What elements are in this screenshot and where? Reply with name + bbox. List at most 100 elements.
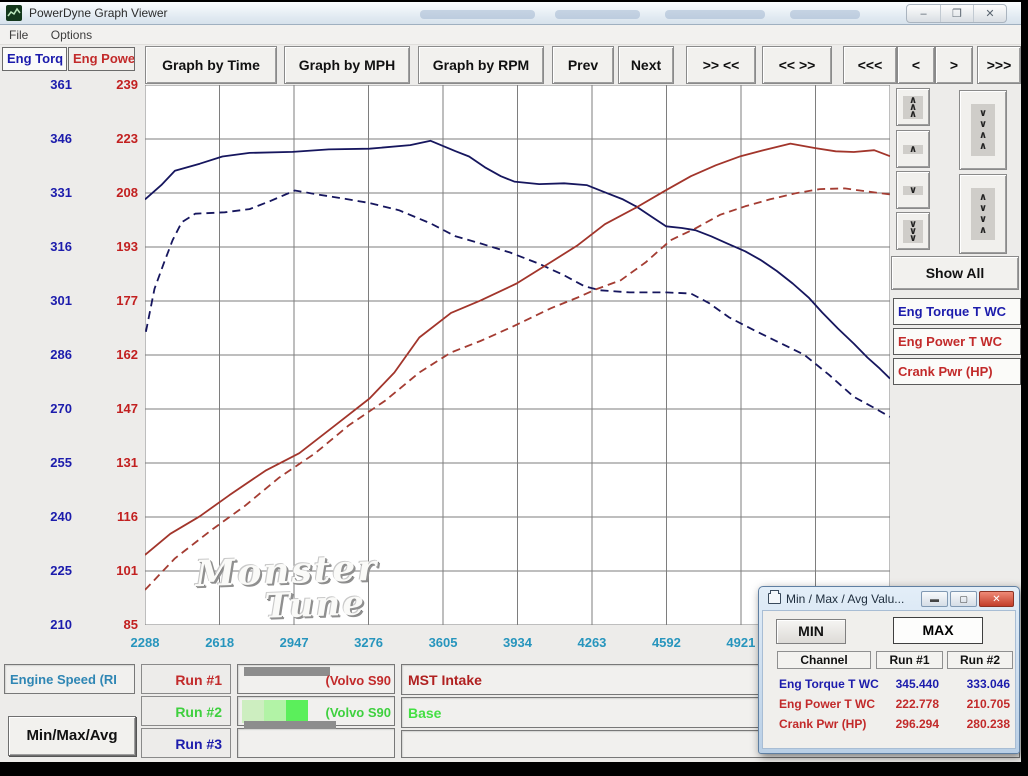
- menu-options[interactable]: Options: [42, 25, 101, 42]
- run2-label[interactable]: Run #2: [141, 696, 231, 726]
- run2-name-field[interactable]: (Volvo S90: [237, 696, 395, 726]
- run2-max-value: 280.238: [944, 717, 1010, 731]
- rpm-axis-tick: 2618: [198, 635, 242, 650]
- pan-right-button[interactable]: >: [935, 46, 973, 84]
- graph-by-mph-button[interactable]: Graph by MPH: [284, 46, 410, 84]
- torque-axis-tick: 346: [20, 131, 72, 146]
- run1-max-value: 345.440: [873, 677, 939, 691]
- redacted-text: [555, 10, 640, 19]
- menu-bar: File Options: [0, 25, 1021, 45]
- rpm-axis-tick: 3276: [347, 635, 391, 650]
- chevron-icon: ∧∨∨∧: [971, 188, 995, 240]
- x-channel-field[interactable]: Engine Speed (RI: [4, 664, 135, 694]
- power-axis-tick: 223: [86, 131, 138, 146]
- graph-by-time-button[interactable]: Graph by Time: [145, 46, 277, 84]
- zoom-out-button[interactable]: << >>: [762, 46, 832, 84]
- torque-axis-tick: 225: [20, 563, 72, 578]
- run1-max-value: 222.778: [873, 697, 939, 711]
- redacted-text: [665, 10, 765, 19]
- window-controls: – ❐ ✕: [906, 4, 1007, 23]
- torque-axis-tick: 210: [20, 617, 72, 632]
- redacted-text: [244, 667, 330, 676]
- power-axis-tick: 101: [86, 563, 138, 578]
- power-axis-tick: 85: [86, 617, 138, 632]
- chevron-icon: ∧: [903, 145, 923, 154]
- gradient-swatch: [286, 700, 308, 723]
- zoom-in-button[interactable]: >> <<: [686, 46, 756, 84]
- pan-first-button[interactable]: <<<: [843, 46, 897, 84]
- power-axis-tick: 147: [86, 401, 138, 416]
- torque-axis-tick: 286: [20, 347, 72, 362]
- window-title: PowerDyne Graph Viewer: [29, 6, 168, 20]
- redacted-text: [790, 10, 860, 19]
- power-axis-tick: 131: [86, 455, 138, 470]
- channel-name: Eng Torque T WC: [779, 677, 879, 691]
- pan-last-button[interactable]: >>>: [977, 46, 1021, 84]
- close-button[interactable]: ✕: [973, 5, 1006, 22]
- torque-axis-tick: 331: [20, 185, 72, 200]
- rpm-axis-tick: 4921: [719, 635, 763, 650]
- torque-axis-tick: 255: [20, 455, 72, 470]
- power-axis-tick: 116: [86, 509, 138, 524]
- scroll-up-button[interactable]: ∧: [896, 130, 930, 168]
- menu-file[interactable]: File: [0, 25, 37, 42]
- restore-button[interactable]: ❐: [940, 5, 973, 22]
- gradient-swatch: [264, 700, 286, 723]
- rpm-axis-tick: 3605: [421, 635, 465, 650]
- min-button[interactable]: MIN: [776, 619, 846, 644]
- torque-axis-tick: 361: [20, 77, 72, 92]
- popup-title: Min / Max / Avg Valu...: [786, 592, 904, 606]
- run3-name-field[interactable]: [237, 728, 395, 758]
- run1-label[interactable]: Run #1: [141, 664, 231, 694]
- rpm-axis-tick: 2947: [272, 635, 316, 650]
- gradient-swatch: [242, 700, 264, 723]
- pan-left-button[interactable]: <: [897, 46, 935, 84]
- prev-button[interactable]: Prev: [552, 46, 614, 84]
- redacted-text: [244, 721, 336, 729]
- torque-axis-tick: 301: [20, 293, 72, 308]
- popup-content: MIN MAX Channel Run #1 Run #2 Eng Torque…: [762, 610, 1016, 749]
- max-button[interactable]: MAX: [893, 617, 983, 644]
- popup-maximize-button[interactable]: ▢: [950, 591, 977, 607]
- next-button[interactable]: Next: [618, 46, 674, 84]
- chevron-icon: ∧∧∧: [903, 96, 923, 119]
- range-scroll-button-lower[interactable]: ∧∨∨∧: [959, 174, 1007, 254]
- power-axis-tick: 162: [86, 347, 138, 362]
- column-header-run1: Run #1: [876, 651, 943, 669]
- legend-eng-power[interactable]: Eng Power T WC: [893, 328, 1021, 355]
- legend-crank-pwr[interactable]: Crank Pwr (HP): [893, 358, 1021, 385]
- popup-window-controls: ▬ ▢ ✕: [921, 591, 1014, 607]
- range-scroll-button-upper[interactable]: ∨∨∧∧: [959, 90, 1007, 170]
- minimize-button[interactable]: –: [907, 5, 940, 22]
- dyno-graph[interactable]: [145, 85, 890, 625]
- torque-axis-tick: 316: [20, 239, 72, 254]
- channel-name: Eng Power T WC: [779, 697, 875, 711]
- scroll-bottom-button[interactable]: ∨∨∨: [896, 212, 930, 250]
- power-axis-tick: 208: [86, 185, 138, 200]
- scroll-down-button[interactable]: ∨: [896, 171, 930, 209]
- rpm-axis-tick: 4263: [570, 635, 614, 650]
- min-max-avg-button[interactable]: Min/Max/Avg: [8, 716, 136, 756]
- min-max-avg-window: Min / Max / Avg Valu... ▬ ▢ ✕ MIN MAX Ch…: [758, 586, 1020, 754]
- popup-minimize-button[interactable]: ▬: [921, 591, 948, 607]
- torque-axis-tick: 240: [20, 509, 72, 524]
- graph-by-rpm-button[interactable]: Graph by RPM: [418, 46, 544, 84]
- popup-title-bar[interactable]: Min / Max / Avg Valu... ▬ ▢ ✕: [762, 589, 1016, 610]
- run2-max-value: 333.046: [944, 677, 1010, 691]
- run3-label[interactable]: Run #3: [141, 728, 231, 758]
- power-axis-tick: 193: [86, 239, 138, 254]
- channel-name: Crank Pwr (HP): [779, 717, 866, 731]
- folder-icon: [768, 593, 781, 604]
- run1-max-value: 296.294: [873, 717, 939, 731]
- app-window: PowerDyne Graph Viewer – ❐ ✕ File Option…: [0, 2, 1021, 762]
- popup-close-button[interactable]: ✕: [979, 591, 1014, 607]
- tab-eng-power[interactable]: Eng Power: [68, 47, 135, 71]
- run2-name-text: (Volvo S90: [325, 705, 391, 720]
- run1-name-field[interactable]: (Volvo S90: [237, 664, 395, 694]
- rpm-axis-tick: 3934: [496, 635, 540, 650]
- rpm-axis-tick: 4592: [644, 635, 688, 650]
- legend-eng-torque[interactable]: Eng Torque T WC: [893, 298, 1021, 325]
- show-all-button[interactable]: Show All: [891, 256, 1019, 290]
- tab-eng-torque[interactable]: Eng Torq: [2, 47, 67, 71]
- scroll-top-button[interactable]: ∧∧∧: [896, 88, 930, 126]
